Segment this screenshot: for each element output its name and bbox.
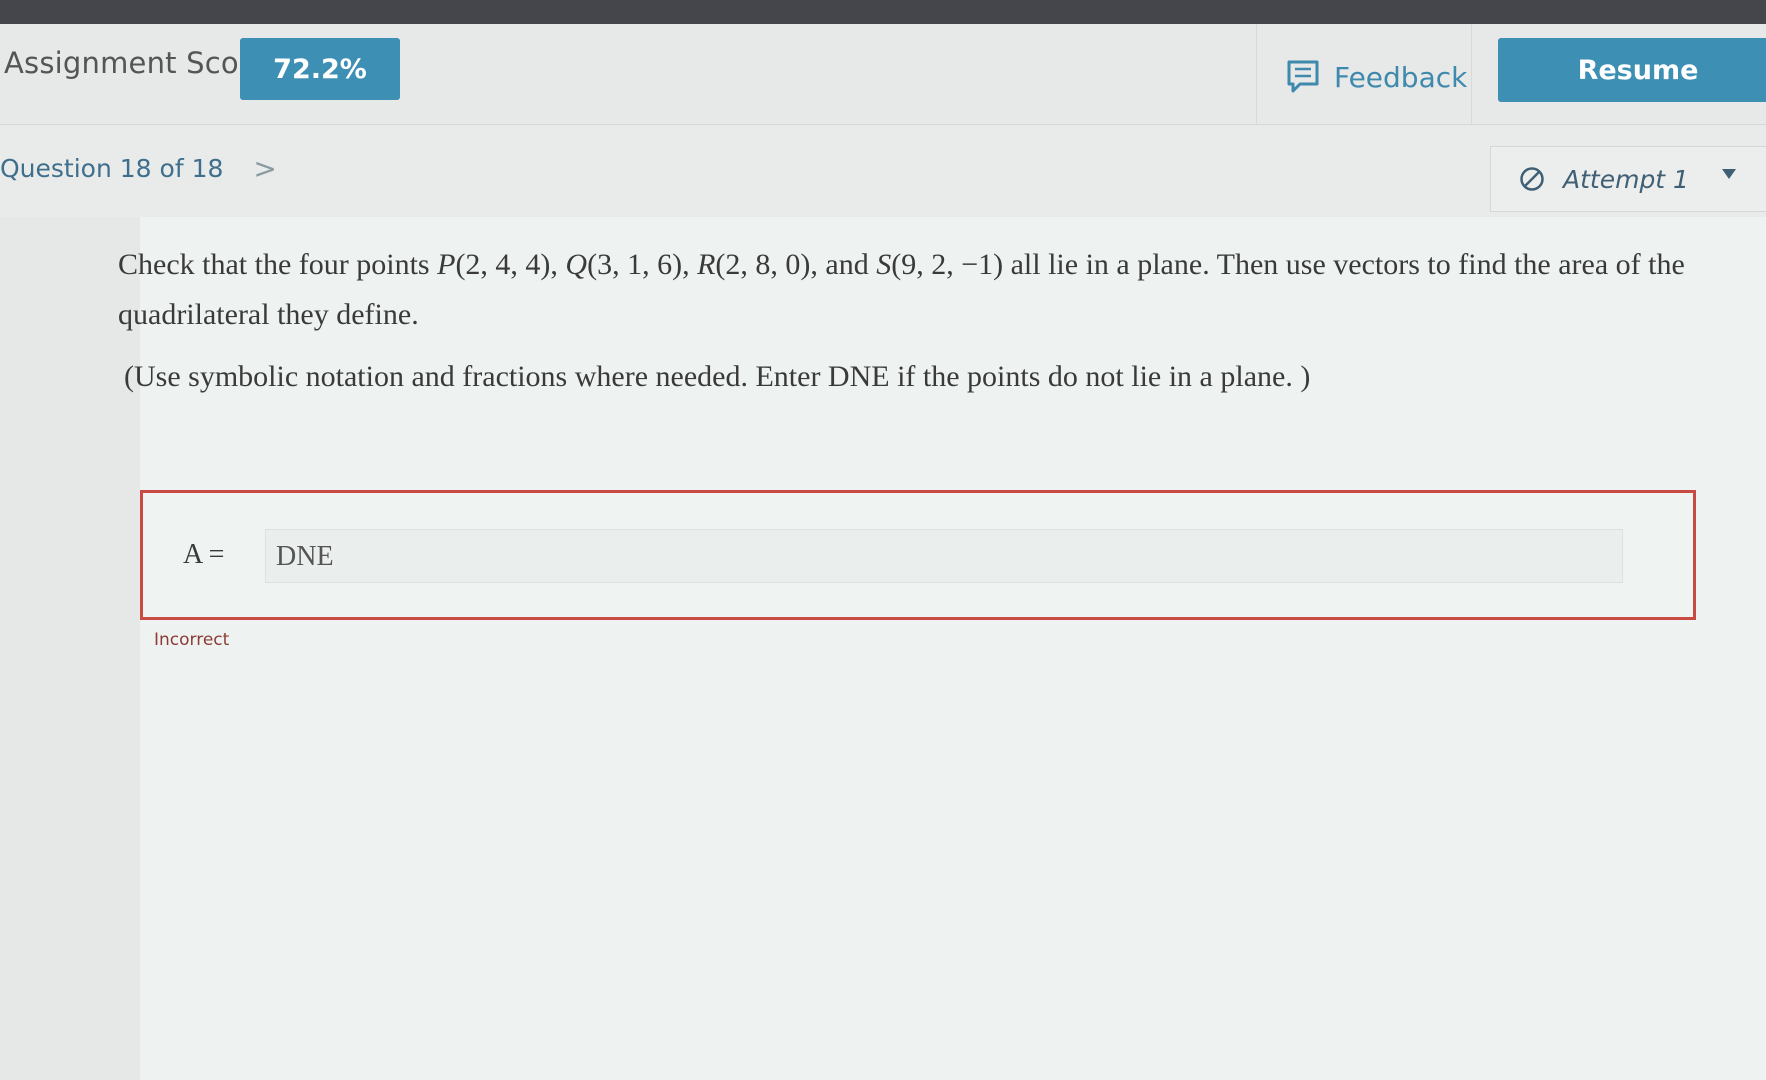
answer-box: A = DNE <box>140 490 1696 620</box>
question-position: Question 18 of 18 <box>0 154 224 183</box>
chevron-right-icon[interactable]: > <box>253 152 276 185</box>
question-note: (Use symbolic notation and fractions whe… <box>124 360 1311 393</box>
top-dark-bar <box>0 0 1766 24</box>
attempt-dropdown[interactable]: Attempt 1 <box>1490 146 1766 212</box>
feedback-button[interactable]: Feedback <box>1286 52 1467 102</box>
caret-down-icon <box>1722 169 1736 179</box>
left-margin <box>0 217 140 1080</box>
assignment-score-label: Assignment Score: <box>4 46 279 80</box>
feedback-icon <box>1287 60 1319 93</box>
answer-label: A = <box>183 539 225 570</box>
question-text: Check that the four points P(2, 4, 4), Q… <box>118 248 1685 331</box>
content-area <box>0 217 1766 1080</box>
resume-button[interactable]: Resume <box>1498 38 1766 102</box>
answer-status: Incorrect <box>154 630 230 650</box>
not-allowed-icon <box>1520 167 1544 191</box>
assignment-score-badge: 72.2% <box>240 38 400 100</box>
question-navigation: Question 18 of 18 > <box>0 152 277 185</box>
attempt-label: Attempt 1 <box>1563 164 1689 194</box>
answer-input[interactable]: DNE <box>265 529 1623 583</box>
feedback-label: Feedback <box>1334 60 1468 94</box>
